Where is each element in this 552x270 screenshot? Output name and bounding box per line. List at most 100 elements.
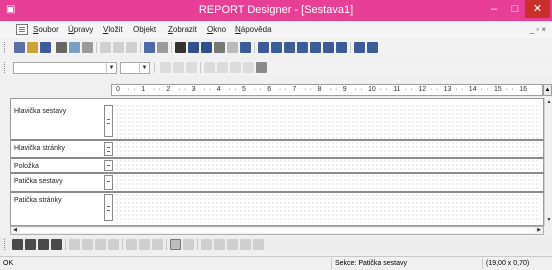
scroll-thumb[interactable] [20, 228, 535, 233]
section-icon[interactable] [271, 42, 282, 53]
scroll-left-icon[interactable]: ◀ [11, 227, 19, 234]
section-resize-bar[interactable] [104, 142, 113, 156]
section-detail[interactable] [115, 159, 540, 171]
menu-napoveda[interactable]: Nápověda [235, 25, 271, 35]
align-right-icon[interactable] [230, 62, 241, 73]
print-preview-icon[interactable] [69, 42, 80, 53]
section-icon[interactable] [284, 42, 295, 53]
ruler-tick: · [379, 86, 383, 93]
copy-icon[interactable] [113, 42, 124, 53]
scroll-right-icon[interactable]: ▶ [535, 227, 543, 234]
section-report-footer[interactable] [115, 174, 540, 190]
maximize-icon[interactable]: □ [506, 0, 524, 18]
align-left-icon[interactable] [204, 62, 215, 73]
mdi-window-controls[interactable]: _ ▫ × [530, 25, 546, 34]
ruler-tick: · [430, 86, 433, 93]
justify-icon[interactable] [243, 62, 254, 73]
new-icon[interactable] [14, 42, 25, 53]
menu-vlozit[interactable]: Vložit [103, 25, 123, 35]
print-icon[interactable] [56, 42, 67, 53]
section-icon[interactable] [336, 42, 347, 53]
font-size-select[interactable]: ▼ [120, 62, 150, 74]
zoom-out-icon[interactable] [367, 42, 378, 53]
same-width-icon[interactable] [126, 239, 137, 250]
menu-upravy[interactable]: Úpravy [68, 25, 93, 35]
zoom-in-icon[interactable] [354, 42, 365, 53]
toolbar-grip[interactable] [4, 239, 7, 250]
toolbar-grip[interactable] [4, 42, 7, 53]
section-icon[interactable] [297, 42, 308, 53]
redo-icon[interactable] [157, 42, 168, 53]
grid-toggle-icon[interactable] [170, 239, 181, 250]
section-icon[interactable] [258, 42, 269, 53]
bring-to-front-icon[interactable] [12, 239, 23, 250]
ruler-label: 10 [368, 86, 376, 93]
close-icon[interactable]: ✕ [525, 0, 550, 18]
toolbar-grip[interactable] [4, 62, 7, 73]
minimize-icon[interactable]: – [483, 0, 505, 18]
space-horizontal-icon[interactable] [201, 239, 212, 250]
section-report-header[interactable] [115, 104, 540, 139]
properties-icon[interactable] [256, 62, 267, 73]
section-resize-bar[interactable] [104, 105, 113, 137]
underline-icon[interactable] [186, 62, 197, 73]
same-size-icon[interactable] [152, 239, 163, 250]
horizontal-scrollbar[interactable]: ◀ ▶ [10, 226, 544, 235]
horizontal-ruler: 0 · · 1 · · 2 · · 3 · · 4 · · 5 · · 6 · · 7 · · 8 · · 9 · · 10 · · 11 · · 12… [111, 84, 543, 96]
menu-objekt[interactable]: Objekt [133, 25, 156, 35]
label-icon[interactable] [201, 42, 212, 53]
line-icon[interactable] [240, 42, 251, 53]
align-top-edges-icon[interactable] [108, 239, 119, 250]
toolbar-separator [154, 62, 155, 73]
section-resize-bar[interactable] [104, 175, 113, 190]
section-icon[interactable] [323, 42, 334, 53]
section-resize-bar[interactable] [104, 160, 113, 171]
picture-icon[interactable] [227, 42, 238, 53]
menu-okno[interactable]: Okno [207, 25, 226, 35]
group-icon[interactable] [38, 239, 49, 250]
toolbar-separator [254, 42, 255, 53]
menu-zobrazit[interactable]: Zobrazit [168, 25, 197, 35]
ruler-scroll-button[interactable]: ▲ [543, 84, 552, 96]
section-resize-bar[interactable] [104, 194, 113, 221]
report-design-area: Hlavička sestavy Hlavička stránky Položk… [10, 98, 545, 226]
align-right-edges-icon[interactable] [95, 239, 106, 250]
bold-icon[interactable] [160, 62, 171, 73]
ruler-tick: · [404, 86, 408, 93]
chevron-down-icon[interactable]: ▼ [139, 63, 149, 73]
cut-icon[interactable] [100, 42, 111, 53]
chevron-down-icon[interactable]: ▼ [106, 63, 116, 73]
ruler-label: 1 [141, 86, 146, 93]
distribute-icon[interactable] [253, 239, 264, 250]
italic-icon[interactable] [173, 62, 184, 73]
open-icon[interactable] [27, 42, 38, 53]
ruler-label: 0 [116, 86, 120, 93]
send-to-back-icon[interactable] [25, 239, 36, 250]
align-left-edges-icon[interactable] [69, 239, 80, 250]
save-icon[interactable] [40, 42, 51, 53]
document-icon[interactable] [16, 24, 28, 35]
align-center-icon[interactable] [217, 62, 228, 73]
center-horizontal-icon[interactable] [227, 239, 238, 250]
sum-icon[interactable] [214, 42, 225, 53]
font-name-select[interactable]: ▼ [13, 62, 117, 74]
center-vertical-icon[interactable] [240, 239, 251, 250]
format-painter-icon[interactable] [82, 42, 93, 53]
section-icon[interactable] [310, 42, 321, 53]
space-vertical-icon[interactable] [214, 239, 225, 250]
snap-to-grid-icon[interactable] [183, 239, 194, 250]
menu-soubor[interactable]: Soubor [33, 25, 59, 35]
paste-icon[interactable] [126, 42, 137, 53]
ungroup-icon[interactable] [51, 239, 62, 250]
scroll-up-icon[interactable]: ▲ [545, 98, 552, 106]
align-centers-icon[interactable] [82, 239, 93, 250]
same-height-icon[interactable] [139, 239, 150, 250]
section-page-footer[interactable] [115, 193, 540, 223]
ruler-label: 2 [166, 86, 171, 93]
scroll-down-icon[interactable]: ▼ [545, 216, 552, 224]
text-field-icon[interactable] [188, 42, 199, 53]
section-page-header[interactable] [115, 141, 540, 156]
vertical-scrollbar[interactable]: ▲ ▼ [544, 98, 552, 226]
select-pointer-icon[interactable] [175, 42, 186, 53]
undo-icon[interactable] [144, 42, 155, 53]
